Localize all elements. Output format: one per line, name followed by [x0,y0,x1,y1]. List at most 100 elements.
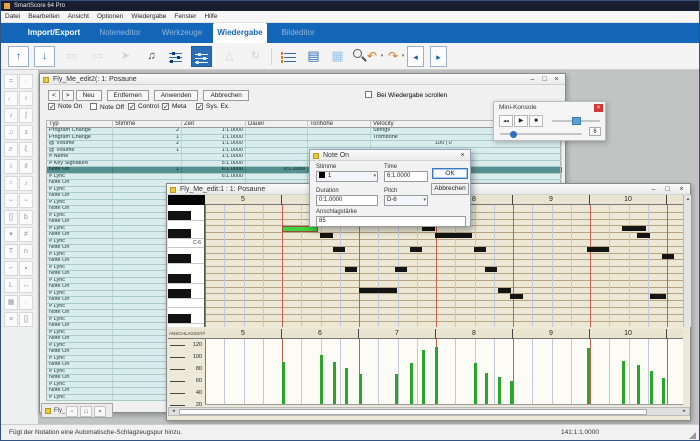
note-block[interactable] [282,226,318,233]
position-slider[interactable] [500,130,582,138]
scrollbar-thumb[interactable] [179,408,647,415]
note-block[interactable] [637,233,650,239]
vertical-scrollbar[interactable]: ▴ [683,195,691,327]
scroll-right-arrow[interactable]: ▸ [680,408,689,415]
prev-page-button[interactable]: ◂ [407,46,424,67]
scroll-up-arrow[interactable]: ▴ [684,195,692,203]
tempo-ghost-icon[interactable]: △ [219,46,240,67]
palette-button-10[interactable]: T [4,244,18,259]
slider-handle[interactable] [572,117,581,125]
note-block[interactable] [587,246,609,252]
slider-handle[interactable] [510,130,517,138]
new-button[interactable]: Neu [75,89,102,101]
note-block[interactable] [345,267,357,273]
minimize-button[interactable]: – [647,185,660,194]
palette-button-21[interactable]: ♪ [19,176,33,191]
maximize-button[interactable]: □ [80,405,92,417]
palette-button-4[interactable]: ♬ [4,142,18,157]
menu-hilfe[interactable]: Hilfe [200,11,221,22]
rewind-button[interactable]: ◀◀ [499,115,513,127]
velocity-bar[interactable] [422,350,425,404]
palette-button-20[interactable]: ♯ [19,159,33,174]
time-input[interactable]: 6:1.0000 [384,171,428,182]
velocity-bar[interactable] [395,374,398,404]
measure-ruler-velocity[interactable]: 5 6 7 8 9 10 [205,329,683,339]
palette-button-18[interactable]: ϶ [19,125,33,140]
velocity-bar[interactable] [359,374,362,404]
note-block[interactable] [510,294,523,300]
velocity-bar[interactable] [435,346,438,404]
palette-button-14[interactable]: ≡ [4,312,18,327]
resize-grip[interactable] [689,432,696,439]
stop-button[interactable]: ■ [529,115,543,127]
velocity-bar[interactable] [485,372,488,404]
velocity-bar[interactable] [498,376,501,404]
palette-button-3[interactable]: ♫ [4,125,18,140]
next-page-button[interactable]: ▸ [430,46,447,67]
note-block[interactable] [410,246,422,252]
menu-wiedergabe[interactable]: Wiedergabe [127,11,170,22]
palette-button-2[interactable]: ♪ [4,108,18,123]
palette-button-17[interactable]: ʃ [19,108,33,123]
velocity-bar[interactable] [587,347,590,404]
palette-button-15[interactable]: · [19,74,33,89]
stimme-select[interactable]: 1 ▾ [316,171,378,182]
playback-settings-icon[interactable] [191,46,212,67]
cancel-button[interactable]: Abbrechen [203,89,249,101]
velocity-bar[interactable] [637,365,640,404]
import-button[interactable]: ↑ [8,46,29,67]
note-block[interactable] [650,294,666,300]
undo-icon[interactable]: ↶ [365,46,379,67]
remove-button[interactable]: Entfernen [106,89,149,101]
note-block[interactable] [359,287,397,293]
palette-button-1[interactable]: ♩ [4,91,18,106]
event-list-icon[interactable] [279,46,300,67]
loop-ghost-icon[interactable]: ↻ [245,46,266,67]
palette-button-5[interactable]: ♭ [4,159,18,174]
velocity-bar[interactable] [474,363,477,404]
velocity-bar[interactable] [410,363,413,404]
velocity-bar[interactable] [333,361,336,404]
export-button[interactable]: ↓ [34,46,55,67]
velocity-bar[interactable] [622,361,625,404]
redo-caret-icon[interactable]: ▾ [400,46,406,67]
apply-button[interactable]: Anwenden [153,89,199,101]
velocity-graph[interactable] [205,339,683,405]
maximize-button[interactable]: □ [661,185,674,194]
performer-icon[interactable]: ♫ [141,46,162,67]
event-window-titlebar[interactable]: Fly_Me_edit2(: 1: Posaune – □ × [40,74,565,85]
tab-werkzeuge[interactable]: Werkzeuge [151,23,213,43]
velocity-bar[interactable] [650,371,653,404]
palette-button-19[interactable]: ξ [19,142,33,157]
scan-ghost-icon[interactable]: ▭ [61,46,82,67]
note-block[interactable] [435,233,472,239]
tab-wiedergabe[interactable]: Wiedergabe [213,23,267,43]
tab-bildeditor[interactable]: Bildeditor [267,23,329,43]
palette-button-27[interactable]: ↔ [19,278,33,293]
note-block[interactable] [485,267,497,273]
palette-button-8[interactable]: [] [4,210,18,225]
velocity-bar[interactable] [510,381,513,404]
filter-sys-ex-checkbox[interactable]: ✓ Sys. Ex. [196,103,240,113]
close-icon[interactable]: × [594,104,603,112]
filter-note-off-checkbox[interactable]: Note Off [90,103,128,113]
close-button[interactable]: × [550,75,563,84]
tab-import-export[interactable]: Import/Export [19,23,89,43]
mini-console-titlebar[interactable]: Mini-Konsole × [494,102,605,113]
note-block[interactable] [498,287,511,293]
close-button[interactable]: × [94,405,106,417]
note-block[interactable] [474,246,486,252]
velocity-bar[interactable] [662,377,665,404]
column-header-zeit[interactable]: Zeit [182,121,246,128]
velocity-type-dropdown[interactable]: ANSCHLAGSSTÄ ▾ [168,329,205,339]
palette-button-24[interactable]: # [19,227,33,242]
piano-keys[interactable]: C-6 [168,205,205,327]
dialog-titlebar[interactable]: Note On × [310,150,470,161]
palette-button-23[interactable]: b [19,210,33,225]
grid-view-icon[interactable]: ▦ [327,46,348,67]
filter-meta-checkbox[interactable]: ✓ Meta [162,103,196,113]
menu-fenster[interactable]: Fenster [170,11,200,22]
close-button[interactable]: × [456,151,469,160]
velocity-input[interactable]: 85 [316,216,466,227]
filter-control-checkbox[interactable]: ✓ Control [128,103,162,113]
